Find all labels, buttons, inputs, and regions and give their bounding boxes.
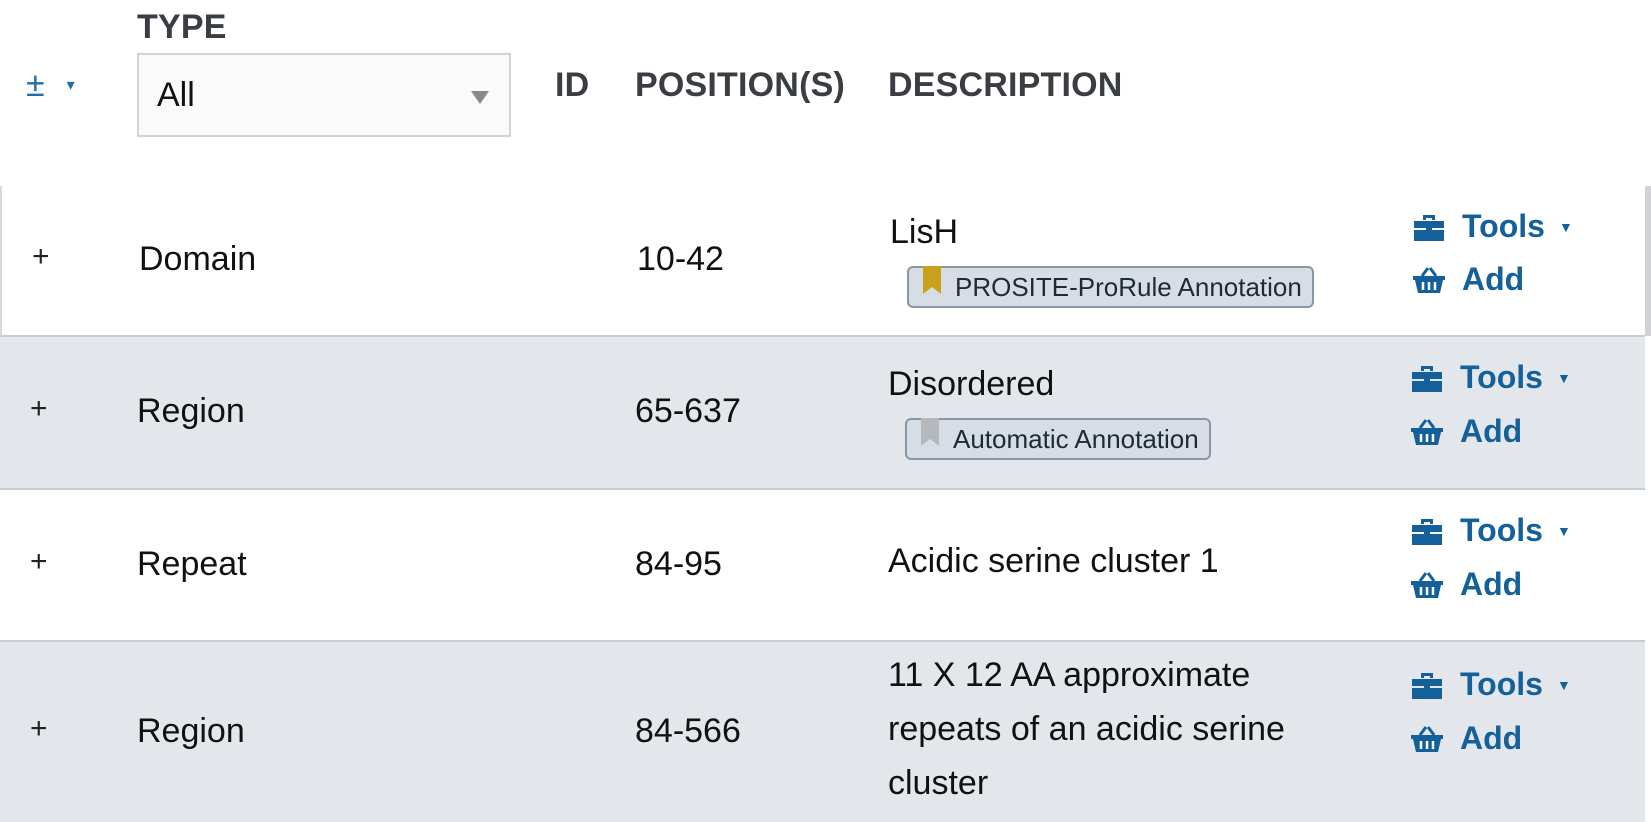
description-line: cluster: [888, 764, 989, 802]
description-column-header[interactable]: DESCRIPTION: [888, 66, 1123, 105]
feature-positions[interactable]: 84-566: [635, 712, 741, 751]
select-caret-icon: [471, 91, 489, 104]
triangle-down-icon: ▼: [1556, 676, 1571, 693]
add-to-basket-button[interactable]: Add: [1412, 261, 1524, 298]
tools-label: Tools: [1462, 208, 1545, 244]
feature-positions[interactable]: 10-42: [637, 240, 724, 279]
toolbox-icon: [1412, 365, 1442, 392]
triangle-down-icon: ▼: [1556, 369, 1571, 386]
type-column-label: TYPE: [137, 8, 227, 46]
evidence-label: PROSITE-ProRule Annotation: [955, 271, 1302, 302]
row-expand-button[interactable]: +: [30, 712, 48, 746]
bookmark-icon: [923, 266, 941, 294]
feature-positions[interactable]: 84-95: [635, 545, 722, 584]
feature-description: Disordered: [888, 365, 1055, 403]
table-header: ± ▾ TYPE All ID POSITION(S) DESCRIPTION: [0, 0, 1651, 180]
evidence-label: Automatic Annotation: [953, 423, 1199, 454]
tools-label: Tools: [1460, 666, 1543, 702]
expand-all-toggle[interactable]: ± ▾: [26, 68, 75, 102]
feature-type: Repeat: [137, 545, 247, 583]
add-to-basket-button[interactable]: Add: [1410, 413, 1522, 450]
add-label: Add: [1460, 413, 1523, 449]
add-to-basket-button[interactable]: Add: [1410, 720, 1522, 757]
table-row: + Domain 10-42 LisH PROSITE-ProRule Anno…: [0, 186, 1645, 337]
tools-menu-button[interactable]: Tools ▼: [1410, 666, 1571, 703]
tools-label: Tools: [1460, 359, 1543, 395]
add-label: Add: [1460, 566, 1523, 602]
row-expand-button[interactable]: +: [30, 392, 48, 426]
toolbox-icon: [1412, 672, 1442, 699]
expand-collapse-icon: ±: [26, 66, 45, 104]
triangle-down-icon: ▼: [1558, 218, 1573, 235]
feature-description: 11 X 12 AA approximate repeats of an aci…: [888, 648, 1285, 810]
table-row: + Region 65-637 Disordered Automatic Ann…: [0, 337, 1645, 490]
feature-description: Acidic serine cluster 1: [888, 542, 1219, 580]
feature-type: Region: [137, 392, 245, 430]
tools-menu-button[interactable]: Tools ▼: [1410, 512, 1571, 549]
tools-menu-button[interactable]: Tools ▼: [1410, 359, 1571, 396]
type-filter-value: All: [157, 75, 195, 114]
row-expand-button[interactable]: +: [30, 545, 48, 579]
basket-icon: [1413, 266, 1445, 293]
evidence-badge[interactable]: Automatic Annotation: [905, 418, 1211, 460]
toolbox-icon: [1412, 518, 1442, 545]
vertical-scrollbar[interactable]: [1645, 186, 1651, 336]
bookmark-icon: [921, 418, 939, 446]
chevron-down-icon: ▾: [66, 77, 75, 94]
positions-column-header[interactable]: POSITION(S): [635, 66, 845, 105]
type-filter-select[interactable]: All: [137, 53, 511, 137]
row-expand-button[interactable]: +: [32, 240, 50, 274]
description-line: 11 X 12 AA approximate: [888, 656, 1251, 694]
table-row: + Region 84-566 11 X 12 AA approximate r…: [0, 642, 1645, 822]
tools-label: Tools: [1460, 512, 1543, 548]
table-row: + Repeat 84-95 Acidic serine cluster 1 T…: [0, 490, 1645, 642]
description-line: repeats of an acidic serine: [888, 710, 1285, 748]
basket-icon: [1411, 571, 1443, 598]
add-to-basket-button[interactable]: Add: [1410, 566, 1522, 603]
feature-type: Domain: [139, 240, 257, 278]
tools-menu-button[interactable]: Tools ▼: [1412, 208, 1573, 245]
feature-description: LisH: [890, 213, 959, 251]
triangle-down-icon: ▼: [1556, 522, 1571, 539]
feature-positions[interactable]: 65-637: [635, 392, 741, 431]
id-column-header[interactable]: ID: [555, 66, 589, 105]
evidence-badge[interactable]: PROSITE-ProRule Annotation: [907, 266, 1314, 308]
add-label: Add: [1460, 720, 1523, 756]
toolbox-icon: [1414, 214, 1444, 241]
add-label: Add: [1462, 261, 1525, 297]
basket-icon: [1411, 725, 1443, 752]
feature-type: Region: [137, 712, 245, 750]
basket-icon: [1411, 418, 1443, 445]
